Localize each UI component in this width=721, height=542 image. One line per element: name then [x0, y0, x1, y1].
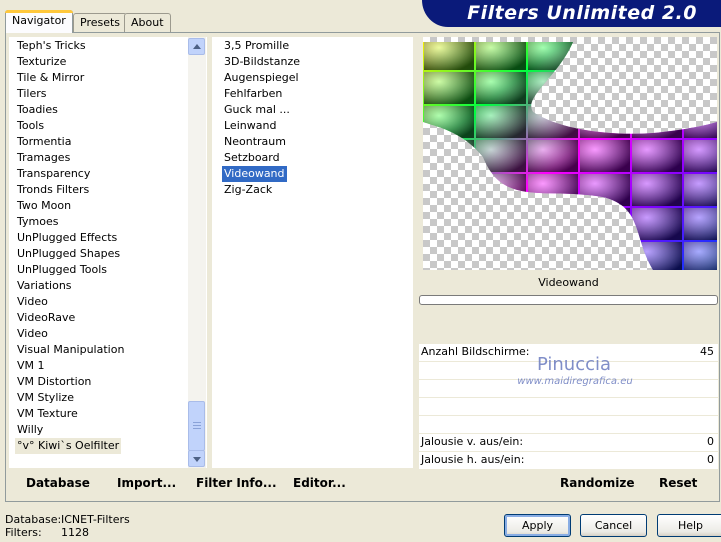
category-item[interactable]: Tilers [17, 86, 47, 102]
preview-filter-name: Videowand [538, 276, 599, 289]
filter-item[interactable]: Guck mal ... [224, 102, 290, 118]
category-item[interactable]: Transparency [17, 166, 90, 182]
tab-navigator[interactable]: Navigator [5, 10, 73, 33]
category-item[interactable]: Video [17, 294, 48, 310]
status-database-label: Database: [5, 513, 62, 526]
category-item[interactable]: UnPlugged Tools [17, 262, 107, 278]
reset-button[interactable]: Reset [659, 476, 697, 490]
filter-list[interactable]: 3,5 Promille 3D-Bildstanze Augenspiegel Feh… [212, 37, 413, 468]
app-title-banner: Filters Unlimited 2.0 [422, 0, 721, 27]
category-item[interactable]: UnPlugged Effects [17, 230, 117, 246]
param-row-empty[interactable] [419, 416, 718, 433]
category-scrollbar[interactable] [188, 37, 206, 468]
randomize-button[interactable]: Randomize [560, 476, 634, 490]
param-row-jalousie-v[interactable]: Jalousie v. aus/ein: 0 [419, 434, 718, 451]
database-button[interactable]: Database [26, 476, 90, 490]
category-item[interactable]: Texturize [17, 54, 66, 70]
watermark-url: www.maidiregrafica.eu [517, 376, 633, 387]
category-item[interactable]: Video [17, 326, 48, 342]
param-label: Jalousie h. aus/ein: [421, 453, 525, 466]
filter-item[interactable]: 3D-Bildstanze [224, 54, 300, 70]
scroll-thumb[interactable] [188, 401, 205, 451]
category-item[interactable]: VideoRave [17, 310, 75, 326]
param-value[interactable]: 0 [707, 453, 714, 466]
tab-about[interactable]: About [124, 13, 171, 32]
watermark-name: Pinuccia [536, 354, 612, 375]
apply-button[interactable]: Apply [504, 514, 571, 537]
param-value[interactable]: 45 [700, 345, 714, 358]
import-button[interactable]: Import... [117, 476, 176, 490]
status-filters-value: 1128 [61, 526, 89, 539]
category-item[interactable]: VM Stylize [17, 390, 74, 406]
category-item[interactable]: VM Distortion [17, 374, 91, 390]
category-item[interactable]: VM Texture [17, 406, 78, 422]
category-item[interactable]: Tools [17, 118, 44, 134]
chevron-up-icon [193, 44, 201, 49]
category-item[interactable]: Tramages [17, 150, 70, 166]
filter-item[interactable]: Fehlfarben [224, 86, 282, 102]
category-item[interactable]: Teph's Tricks [17, 38, 86, 54]
help-button[interactable]: Help [657, 514, 721, 537]
scroll-down-button[interactable] [188, 450, 205, 467]
chevron-down-icon [193, 457, 201, 462]
param-value[interactable]: 0 [707, 435, 714, 448]
filter-item[interactable]: Zig-Zack [224, 182, 272, 198]
category-item[interactable]: Toadies [17, 102, 58, 118]
tab-navigator-label: Navigator [12, 14, 66, 27]
category-item[interactable]: Tormentia [17, 134, 71, 150]
param-row-jalousie-h[interactable]: Jalousie h. aus/ein: 0 [419, 452, 718, 469]
preview-image [423, 37, 717, 270]
category-item[interactable]: Two Moon [17, 198, 71, 214]
param-row-empty[interactable] [419, 398, 718, 415]
category-item[interactable]: Visual Manipulation [17, 342, 124, 358]
scroll-up-button[interactable] [188, 38, 205, 55]
progress-bar [419, 295, 718, 305]
filter-item[interactable]: Neontraum [224, 134, 286, 150]
filter-item[interactable]: Leinwand [224, 118, 276, 134]
filter-item[interactable]: Videowand [222, 166, 287, 182]
editor-button[interactable]: Editor... [293, 476, 346, 490]
tab-presets-label: Presets [80, 16, 121, 29]
tab-about-label: About [131, 16, 164, 29]
tab-presets[interactable]: Presets [73, 13, 128, 32]
category-item[interactable]: Tymoes [17, 214, 58, 230]
category-item[interactable]: VM 1 [17, 358, 45, 374]
filter-item[interactable]: 3,5 Promille [224, 38, 289, 54]
status-filters-label: Filters: [5, 526, 42, 539]
param-label: Jalousie v. aus/ein: [421, 435, 524, 448]
app-title: Filters Unlimited 2.0 [467, 2, 697, 24]
category-item[interactable]: Willy [17, 422, 43, 438]
preview-artwork [423, 42, 717, 270]
category-list[interactable]: Teph's Tricks Texturize Tile & Mirror Tiler… [9, 37, 207, 468]
param-label: Anzahl Bildschirme: [421, 345, 530, 358]
category-item[interactable]: Tile & Mirror [17, 70, 84, 86]
filter-item[interactable]: Setzboard [224, 150, 280, 166]
status-database-value: ICNET-Filters [61, 513, 130, 526]
category-item[interactable]: °v° Kiwi`s Oelfilter [15, 438, 122, 454]
filter-info-button[interactable]: Filter Info... [196, 476, 277, 490]
category-item[interactable]: Tronds Filters [17, 182, 89, 198]
category-item[interactable]: UnPlugged Shapes [17, 246, 120, 262]
cancel-button[interactable]: Cancel [580, 514, 647, 537]
param-header-space [419, 307, 718, 342]
filter-item[interactable]: Augenspiegel [224, 70, 299, 86]
category-item[interactable]: Variations [17, 278, 72, 294]
